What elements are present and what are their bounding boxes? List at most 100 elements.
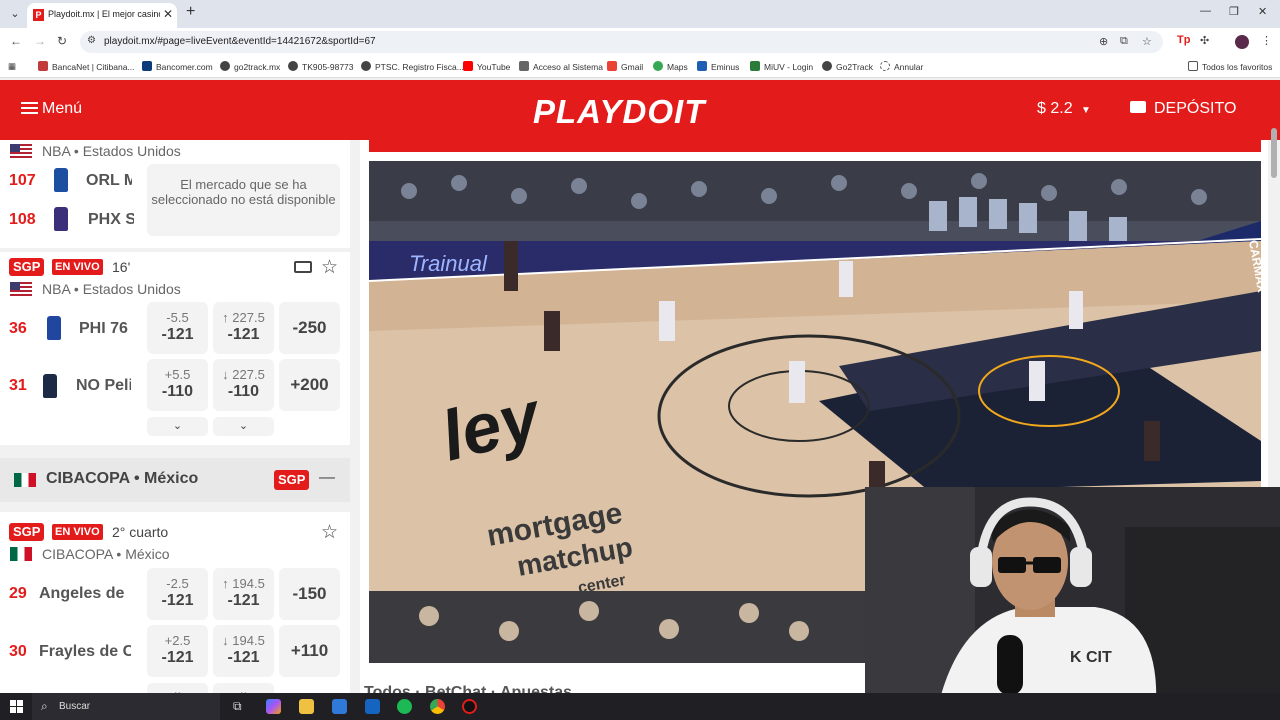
copilot-icon[interactable] — [266, 699, 281, 714]
site-logo[interactable]: PLAYDOIT — [533, 93, 705, 131]
bookmark-tk905[interactable]: TK905-98773 — [288, 61, 354, 72]
tab-search-chevron-icon[interactable]: ⌄ — [6, 5, 24, 23]
spread-odd-button[interactable]: -5.5 -121 — [147, 302, 208, 354]
live-badge: EN VIVO — [52, 259, 103, 275]
store-icon[interactable] — [332, 699, 347, 714]
total-odd-button[interactable]: ↑ 227.5 -121 — [213, 302, 274, 354]
total-odd-button[interactable]: ↑ 194.5 -121 — [213, 568, 274, 620]
forward-icon[interactable]: → — [34, 34, 46, 48]
chrome-icon[interactable] — [430, 699, 445, 714]
browser-tabstrip: ⌄ P Playdoit.mx | El mejor casino de ✕ +… — [0, 0, 1280, 28]
expand-spread-button[interactable]: ⌄ — [147, 417, 208, 436]
team-name[interactable]: ORL M — [86, 172, 132, 190]
favorite-star-icon[interactable]: ☆ — [321, 256, 338, 279]
moneyline-odd-button[interactable]: -150 — [279, 568, 340, 620]
obs-icon[interactable] — [462, 699, 477, 714]
sgp-badge: SGP — [9, 258, 45, 276]
spread-odd-button[interactable]: +5.5 -110 — [147, 359, 208, 411]
bookmark-bancanet[interactable]: BancaNet | Citibana... — [38, 61, 135, 72]
event-card-cibacopa: SGP EN VIVO 2° cuarto ☆ CIBACOPA • Méxic… — [0, 512, 350, 693]
playdoit-favicon-icon: P — [33, 9, 44, 21]
expand-total-button[interactable]: ⌄ — [213, 417, 274, 436]
team-number: 108 — [9, 211, 36, 228]
taskbar-search[interactable]: ⌕ Buscar — [32, 693, 220, 720]
live-events-panel: NBA • Estados Unidos 107 ORL M 108 PHX S… — [0, 140, 350, 693]
spread-odd-button[interactable]: +2.5 -121 — [147, 625, 208, 677]
file-explorer-icon[interactable] — [299, 699, 314, 714]
bookmark-maps[interactable]: Maps — [653, 61, 688, 72]
back-icon[interactable]: ← — [10, 34, 22, 48]
team-number: 107 — [9, 172, 36, 189]
bookmark-go2track[interactable]: Go2Track — [822, 61, 873, 72]
mexico-flag-icon — [10, 547, 32, 561]
restore-icon[interactable]: ❐ — [1229, 5, 1239, 18]
windows-start-icon[interactable] — [10, 700, 23, 713]
wallet-icon — [1130, 101, 1146, 113]
section-title: CIBACOPA • México — [46, 470, 199, 487]
team-name[interactable]: NO Peli — [76, 377, 131, 395]
favorite-star-icon[interactable]: ☆ — [321, 521, 338, 544]
apps-grid-icon[interactable]: ▦ — [8, 61, 16, 72]
bookmark-ptsc[interactable]: PTSC. Registro Fisca... — [361, 61, 464, 72]
outlook-icon[interactable] — [365, 699, 380, 714]
league-label: NBA • Estados Unidos — [42, 281, 181, 297]
bookmark-youtube[interactable]: YouTube — [463, 61, 510, 72]
moneyline-odd-button[interactable]: +110 — [279, 625, 340, 677]
team-name[interactable]: PHX S — [88, 211, 134, 229]
reload-icon[interactable]: ↻ — [57, 34, 67, 48]
address-bar[interactable]: ⚙ playdoit.mx/#page=liveEvent&eventId=14… — [80, 31, 1163, 53]
moneyline-odd-button[interactable]: -250 — [279, 302, 340, 354]
close-window-icon[interactable]: ✕ — [1258, 5, 1267, 18]
search-icon: ⌕ — [41, 699, 48, 713]
tv-stream-icon[interactable] — [294, 261, 312, 273]
spotify-icon[interactable] — [397, 699, 412, 714]
hamburger-icon — [21, 102, 38, 114]
close-tab-icon[interactable]: ✕ — [163, 7, 173, 21]
chevron-down-icon: ▼ — [1081, 105, 1091, 116]
moneyline-odd-button[interactable]: +200 — [279, 359, 340, 411]
profile-avatar[interactable] — [1235, 35, 1249, 49]
game-clock: 2° cuarto — [112, 524, 169, 540]
all-bookmarks-folder[interactable]: Todos los favoritos — [1188, 61, 1272, 72]
zoom-icon[interactable]: ⊕ — [1099, 35, 1108, 48]
minimize-icon[interactable]: — — [1200, 5, 1211, 17]
install-app-icon[interactable]: ⧉ — [1120, 35, 1128, 48]
page-scrollbar[interactable] — [1271, 128, 1277, 178]
team-name[interactable]: PHI 76 — [79, 320, 131, 338]
team-name[interactable]: Frayles de C — [39, 643, 131, 661]
extensions-puzzle-icon[interactable]: ✣ — [1200, 34, 1209, 47]
team-jersey-icon — [54, 168, 68, 192]
new-tab-icon[interactable]: + — [186, 3, 195, 21]
team-number: 36 — [9, 320, 27, 337]
bookmark-acceso-sistema[interactable]: Acceso al Sistema — [519, 61, 603, 72]
bookmark-annular[interactable]: Annular — [880, 61, 923, 72]
bookmark-miuv[interactable]: MiUV - Login — [750, 61, 813, 72]
menu-button[interactable]: Menú — [21, 100, 82, 118]
expand-total-button[interactable]: ⌄ — [213, 683, 274, 693]
bookmark-bancomer[interactable]: Bancomer.com — [142, 61, 213, 72]
bookmark-eminus[interactable]: Eminus — [697, 61, 739, 72]
balance-dropdown[interactable]: $ 2.2 ▼ — [1037, 100, 1091, 118]
total-odd-button[interactable]: ↓ 194.5 -121 — [213, 625, 274, 677]
live-badge: EN VIVO — [52, 524, 103, 540]
browser-tab[interactable]: P Playdoit.mx | El mejor casino de ✕ — [27, 3, 177, 28]
league-section-header[interactable]: CIBACOPA • México SGP — — [0, 458, 350, 502]
team-number: 29 — [9, 585, 27, 602]
bookmark-star-icon[interactable]: ☆ — [1142, 35, 1152, 48]
deposit-button[interactable]: DEPÓSITO — [1130, 100, 1236, 118]
video-header-strip — [369, 140, 1261, 152]
team-jersey-icon — [47, 316, 61, 340]
total-odd-button[interactable]: ↓ 227.5 -110 — [213, 359, 274, 411]
collapse-icon[interactable]: — — [319, 469, 335, 487]
extension-tp-icon[interactable]: Tp — [1177, 34, 1190, 46]
streamer-webcam: K CIT — [865, 487, 1280, 720]
expand-spread-button[interactable]: ⌄ — [147, 683, 208, 693]
browser-menu-icon[interactable]: ⋮ — [1261, 34, 1272, 47]
spread-odd-button[interactable]: -2.5 -121 — [147, 568, 208, 620]
team-name[interactable]: Angeles de — [39, 585, 129, 603]
bookmark-go2track-mx[interactable]: go2track.mx — [220, 61, 280, 72]
bookmark-gmail[interactable]: Gmail — [607, 61, 643, 72]
site-info-icon[interactable]: ⚙ — [87, 35, 96, 46]
team-jersey-icon — [54, 207, 68, 231]
task-view-icon[interactable]: ⧉ — [233, 699, 248, 714]
